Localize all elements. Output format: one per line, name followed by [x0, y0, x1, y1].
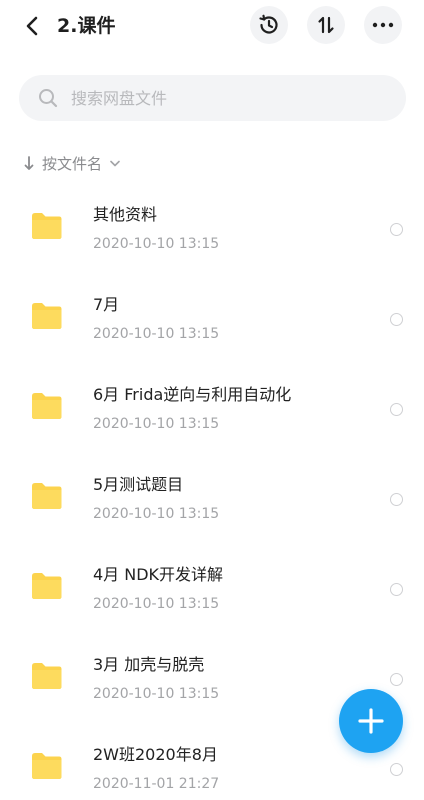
chevron-down-icon	[110, 160, 120, 167]
list-item[interactable]: 其他资料 2020-10-10 13:15	[0, 183, 424, 273]
list-item[interactable]: 4月 NDK开发详解 2020-10-10 13:15	[0, 543, 424, 633]
file-date: 2020-10-10 13:15	[93, 416, 220, 432]
page-title: 2.课件	[57, 15, 116, 37]
select-checkbox[interactable]	[390, 493, 403, 506]
file-date: 2020-10-10 13:15	[93, 326, 220, 342]
file-date: 2020-10-10 13:15	[93, 686, 220, 702]
search-input[interactable]	[71, 88, 371, 108]
folder-icon	[32, 573, 62, 599]
add-button[interactable]	[339, 689, 403, 753]
history-button[interactable]	[250, 6, 288, 44]
sort-label: 按文件名	[42, 154, 103, 173]
file-date: 2020-10-10 13:15	[93, 506, 220, 522]
folder-icon	[32, 213, 62, 239]
folder-icon	[32, 483, 62, 509]
file-name: 5月测试题目	[93, 475, 184, 494]
file-name: 其他资料	[93, 205, 158, 224]
folder-icon	[32, 663, 62, 689]
select-checkbox[interactable]	[390, 313, 403, 326]
folder-icon	[32, 753, 62, 779]
file-name: 2W班2020年8月	[93, 745, 218, 764]
list-item[interactable]: 7月 2020-10-10 13:15	[0, 273, 424, 363]
list-item[interactable]: 5月测试题目 2020-10-10 13:15	[0, 453, 424, 543]
select-checkbox[interactable]	[390, 673, 403, 686]
file-name: 6月 Frida逆向与利用自动化	[93, 385, 292, 404]
search-bar[interactable]	[19, 75, 406, 121]
sort-arrows-icon	[318, 16, 334, 34]
plus-icon	[358, 708, 384, 734]
file-date: 2020-10-10 13:15	[93, 596, 220, 612]
select-checkbox[interactable]	[390, 763, 403, 776]
folder-icon	[32, 303, 62, 329]
top-bar: 2.课件	[0, 0, 424, 52]
more-button[interactable]	[364, 6, 402, 44]
file-date: 2020-10-10 13:15	[93, 236, 220, 252]
history-icon	[259, 14, 278, 34]
select-checkbox[interactable]	[390, 403, 403, 416]
more-horizontal-icon	[372, 22, 394, 28]
arrow-down-icon	[24, 155, 34, 171]
folder-icon	[32, 393, 62, 419]
search-icon	[37, 87, 59, 109]
select-checkbox[interactable]	[390, 583, 403, 596]
list-item[interactable]: 6月 Frida逆向与利用自动化 2020-10-10 13:15	[0, 363, 424, 453]
select-checkbox[interactable]	[390, 223, 403, 236]
file-name: 7月	[93, 295, 120, 314]
file-name: 3月 加壳与脱壳	[93, 655, 205, 674]
sort-button[interactable]	[307, 6, 345, 44]
chevron-left-icon	[26, 16, 38, 36]
back-button[interactable]	[18, 10, 46, 42]
file-date: 2020-11-01 21:27	[93, 776, 220, 792]
file-name: 4月 NDK开发详解	[93, 565, 224, 584]
sort-by-filename[interactable]: 按文件名	[24, 150, 120, 176]
